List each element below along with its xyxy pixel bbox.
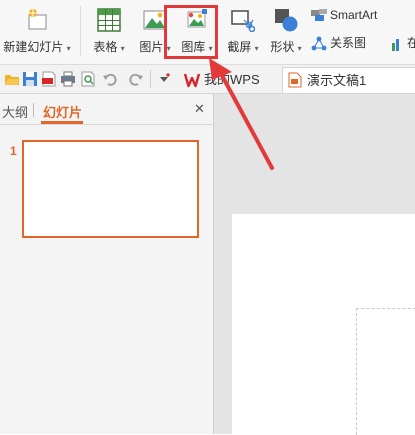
annotation-arrow <box>209 58 274 170</box>
